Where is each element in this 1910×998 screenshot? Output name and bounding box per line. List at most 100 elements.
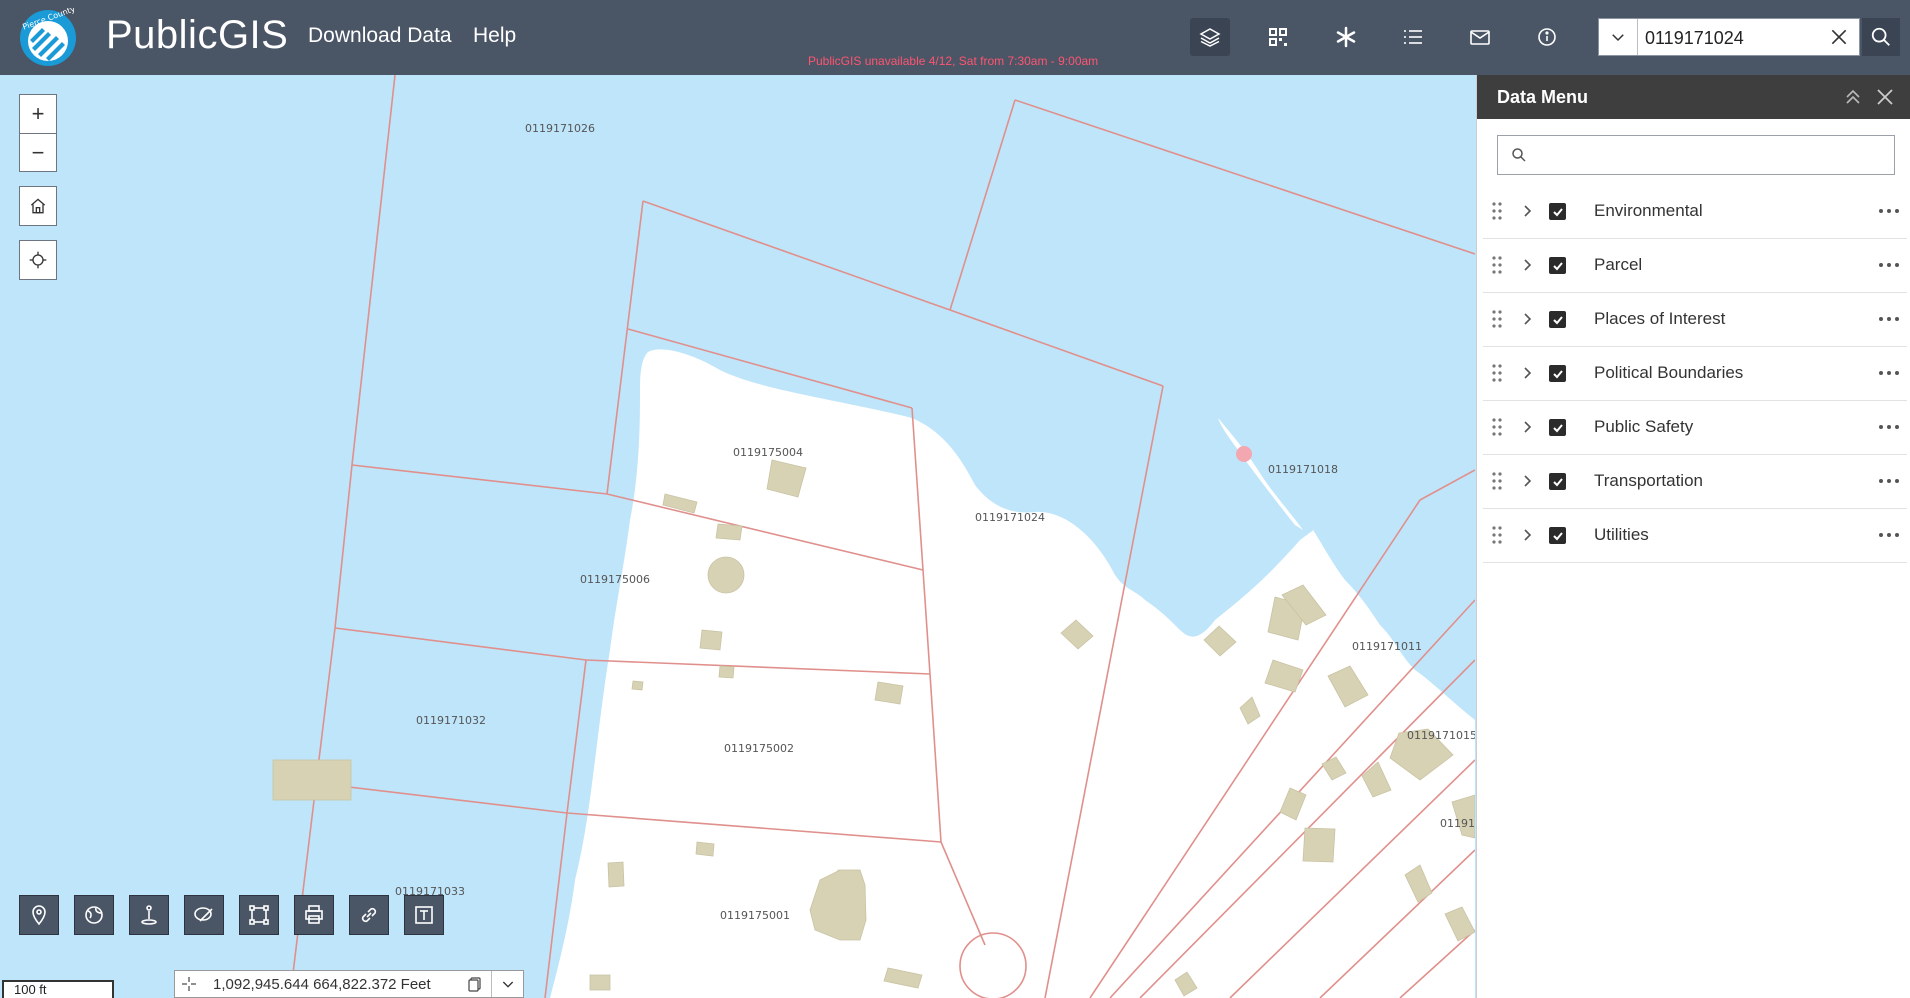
- asterisk-button[interactable]: [1326, 18, 1366, 56]
- layer-item-transportation[interactable]: Transportation: [1483, 455, 1907, 509]
- map-view[interactable]: 0119171026 0119175004 0119171024 0119171…: [5, 75, 1475, 998]
- drag-handle-icon[interactable]: [1491, 471, 1503, 491]
- more-options-icon[interactable]: [1877, 201, 1901, 221]
- home-icon: [30, 198, 46, 214]
- parcel-label: 0119175001: [720, 909, 790, 922]
- layer-item-places-of-interest[interactable]: Places of Interest: [1483, 293, 1907, 347]
- checkmark-icon: [1552, 423, 1563, 432]
- collapse-up-icon[interactable]: [1841, 85, 1865, 109]
- text-icon: [415, 906, 433, 924]
- search-result-marker[interactable]: [1236, 446, 1252, 462]
- layer-item-utilities[interactable]: Utilities: [1483, 509, 1907, 563]
- chevron-right-icon[interactable]: [1519, 527, 1535, 543]
- layer-label: Transportation: [1594, 471, 1703, 490]
- more-options-icon[interactable]: [1877, 417, 1901, 437]
- search-source-dropdown[interactable]: [1599, 19, 1638, 55]
- street-view-button[interactable]: [129, 895, 169, 935]
- zoom-in-button[interactable]: +: [20, 95, 56, 134]
- drag-handle-icon[interactable]: [1491, 363, 1503, 383]
- copy-icon[interactable]: [467, 976, 483, 992]
- drag-handle-icon[interactable]: [1491, 201, 1503, 221]
- clear-search-button[interactable]: [1827, 25, 1851, 49]
- parcel-label: 0119171024: [975, 511, 1045, 524]
- text-tool-button[interactable]: [404, 895, 444, 935]
- app-header: Pierce County PublicGIS Download Data He…: [0, 0, 1910, 75]
- parcel-label: 0119171018: [1268, 463, 1338, 476]
- drag-handle-icon[interactable]: [1491, 417, 1503, 437]
- chevron-right-icon[interactable]: [1519, 203, 1535, 219]
- globe-icon: [85, 906, 103, 924]
- data-menu-panel: Data Menu Environmental Parcel Places of…: [1476, 75, 1910, 998]
- draw-icon: [194, 907, 213, 922]
- layer-label: Political Boundaries: [1594, 363, 1744, 382]
- parcel-label: 0119171026: [525, 122, 595, 135]
- crosshair-icon: [29, 251, 47, 269]
- app-title: PublicGIS: [106, 13, 289, 57]
- checkmark-icon: [1552, 369, 1563, 378]
- search-button[interactable]: [1862, 18, 1900, 56]
- checkmark-icon: [1552, 261, 1563, 270]
- more-options-icon[interactable]: [1877, 363, 1901, 383]
- more-options-icon[interactable]: [1877, 309, 1901, 329]
- layer-search-input[interactable]: [1538, 142, 1882, 170]
- crosshair-icon[interactable]: [181, 976, 197, 992]
- layer-visibility-checkbox[interactable]: [1549, 203, 1566, 220]
- draw-button[interactable]: [184, 895, 224, 935]
- print-button[interactable]: [294, 895, 334, 935]
- basemap-button[interactable]: [74, 895, 114, 935]
- home-button[interactable]: [19, 186, 57, 226]
- layer-item-public-safety[interactable]: Public Safety: [1483, 401, 1907, 455]
- more-options-icon[interactable]: [1877, 471, 1901, 491]
- chevron-right-icon[interactable]: [1519, 365, 1535, 381]
- layer-item-environmental[interactable]: Environmental: [1483, 185, 1907, 239]
- chevron-right-icon[interactable]: [1519, 311, 1535, 327]
- link-icon: [361, 907, 377, 923]
- search-input[interactable]: [1643, 23, 1817, 53]
- drag-handle-icon[interactable]: [1491, 255, 1503, 275]
- layers-button[interactable]: [1190, 18, 1230, 56]
- share-link-button[interactable]: [349, 895, 389, 935]
- layer-visibility-checkbox[interactable]: [1549, 311, 1566, 328]
- chevron-down-icon: [502, 981, 514, 988]
- identify-button[interactable]: [19, 895, 59, 935]
- layer-label: Places of Interest: [1594, 309, 1726, 328]
- coordinate-format-dropdown[interactable]: [491, 971, 524, 997]
- chevron-right-icon[interactable]: [1519, 473, 1535, 489]
- layer-item-parcel[interactable]: Parcel: [1483, 239, 1907, 293]
- info-button[interactable]: [1527, 18, 1567, 56]
- parcel-label: 0119175004: [733, 446, 803, 459]
- checkmark-icon: [1552, 477, 1563, 486]
- layer-item-political-boundaries[interactable]: Political Boundaries: [1483, 347, 1907, 401]
- zoom-out-button[interactable]: −: [20, 134, 56, 172]
- mail-button[interactable]: [1460, 18, 1500, 56]
- close-icon[interactable]: [1873, 85, 1897, 109]
- chevron-right-icon[interactable]: [1519, 257, 1535, 273]
- layer-visibility-checkbox[interactable]: [1549, 365, 1566, 382]
- qr-grid-button[interactable]: [1258, 18, 1298, 56]
- location-pin-icon: [32, 905, 46, 926]
- more-options-icon[interactable]: [1877, 525, 1901, 545]
- drag-handle-icon[interactable]: [1491, 525, 1503, 545]
- maintenance-notice: PublicGIS unavailable 4/12, Sat from 7:3…: [808, 54, 1099, 68]
- pierce-county-logo[interactable]: Pierce County: [18, 8, 78, 68]
- select-area-button[interactable]: [239, 895, 279, 935]
- layer-visibility-checkbox[interactable]: [1549, 473, 1566, 490]
- parcel-label: 0119171032: [416, 714, 486, 727]
- person-pin-icon: [141, 905, 157, 925]
- layer-list: Environmental Parcel Places of Interest …: [1477, 185, 1910, 563]
- layer-visibility-checkbox[interactable]: [1549, 419, 1566, 436]
- download-data-link[interactable]: Download Data: [308, 24, 452, 48]
- layer-visibility-checkbox[interactable]: [1549, 257, 1566, 274]
- help-link[interactable]: Help: [473, 24, 516, 48]
- legend-list-button[interactable]: [1393, 18, 1433, 56]
- drag-handle-icon[interactable]: [1491, 309, 1503, 329]
- layer-visibility-checkbox[interactable]: [1549, 527, 1566, 544]
- layer-label: Public Safety: [1594, 417, 1694, 436]
- more-options-icon[interactable]: [1877, 255, 1901, 275]
- chevron-right-icon[interactable]: [1519, 419, 1535, 435]
- parcel-label: 011917: [1440, 817, 1475, 830]
- map-canvas[interactable]: 0119171026 0119175004 0119171024 0119171…: [5, 75, 1475, 998]
- locate-button[interactable]: [19, 240, 57, 280]
- select-area-icon: [249, 905, 269, 925]
- parcel-label: 0119175002: [724, 742, 794, 755]
